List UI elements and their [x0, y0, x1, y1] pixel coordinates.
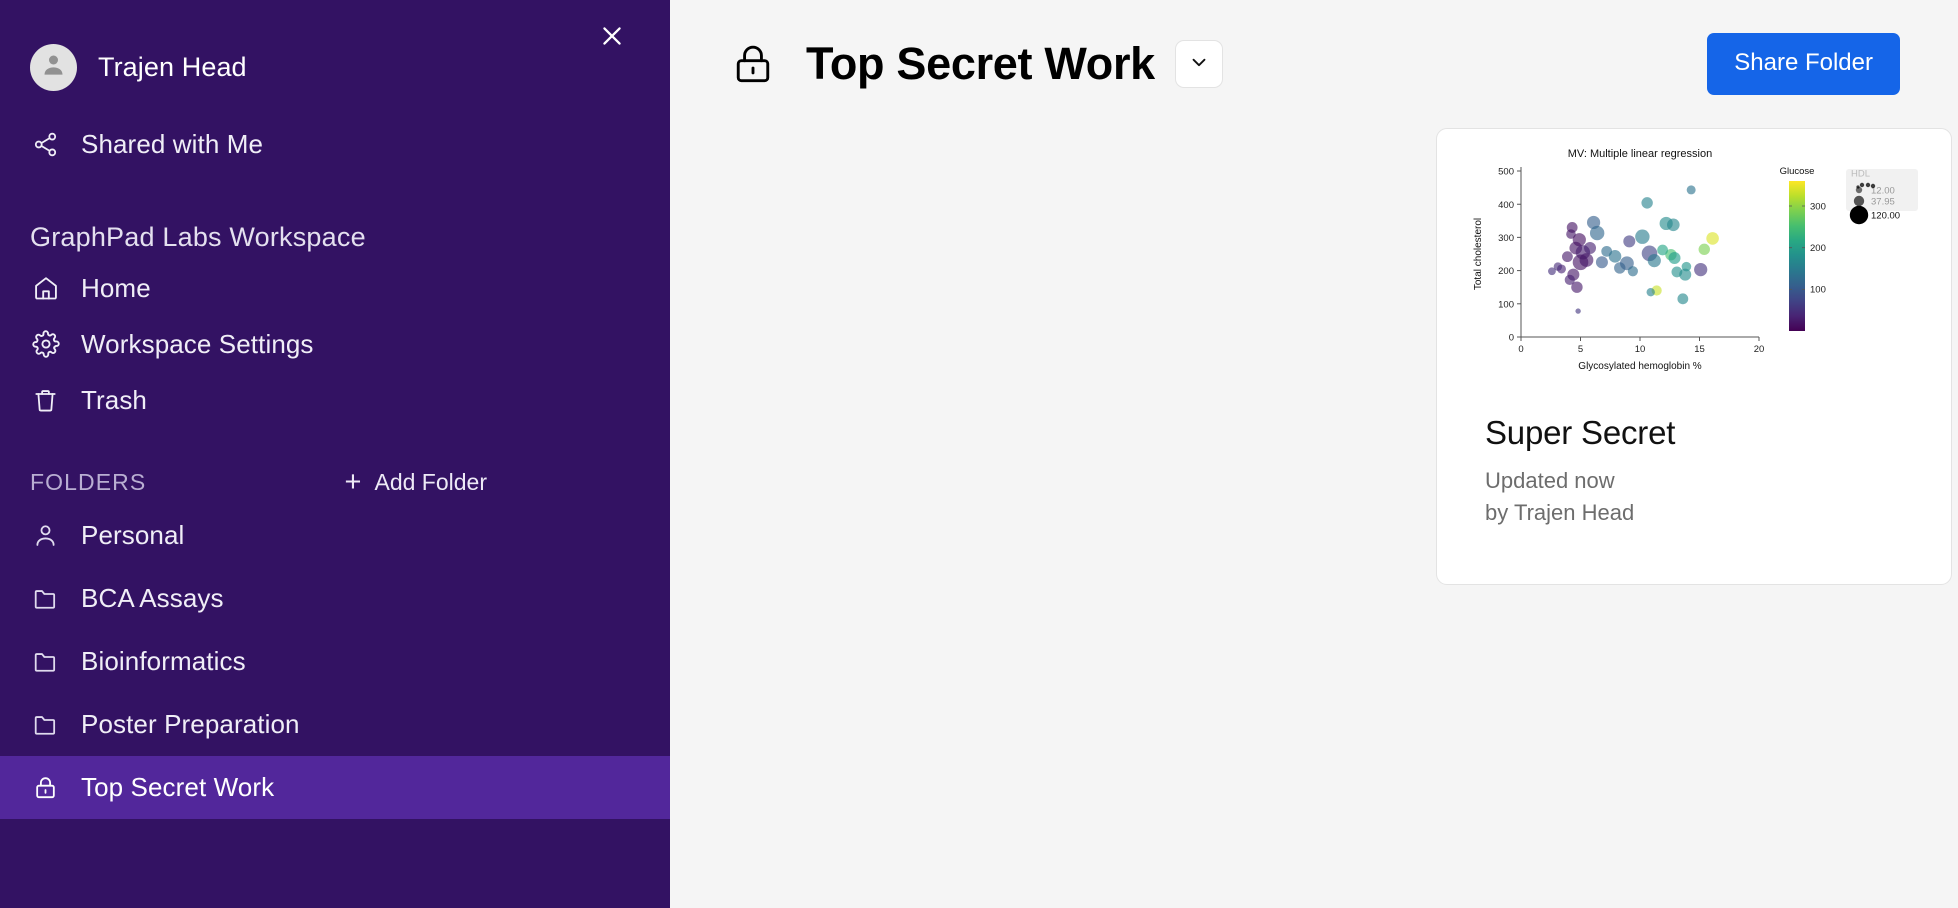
project-thumbnail: 0 100 200 300 400 500 0 5 10 15 20 MV: Multiple lin…	[1437, 129, 1951, 394]
svg-text:15: 15	[1694, 344, 1705, 355]
scatter-chart: 0 100 200 300 400 500 0 5 10 15 20 MV: Multiple lin…	[1459, 141, 1929, 391]
workspace-title: GraphPad Labs Workspace	[0, 214, 670, 260]
svg-text:Glucose: Glucose	[1780, 166, 1815, 177]
svg-text:200: 200	[1810, 243, 1826, 254]
share-folder-button[interactable]: Share Folder	[1707, 33, 1900, 95]
lock-icon	[726, 37, 780, 91]
sidebar-user-name: Trajen Head	[98, 52, 247, 83]
project-grid: 0 100 200 300 400 500 0 5 10 15 20 MV: Multiple lin…	[670, 128, 1958, 585]
svg-text:120.00: 120.00	[1871, 210, 1900, 221]
folders-header: FOLDERS + Add Folder	[0, 460, 670, 504]
sidebar-folder-poster-preparation[interactable]: Poster Preparation	[0, 693, 670, 756]
sidebar-folder-personal[interactable]: Personal	[0, 504, 670, 567]
sidebar-folder-bca-assays[interactable]: BCA Assays	[0, 567, 670, 630]
sidebar-item-label: Trash	[81, 385, 147, 416]
page-header: Top Secret Work Share Folder	[670, 0, 1958, 128]
svg-text:20: 20	[1754, 344, 1765, 355]
sidebar-folder-label: Personal	[81, 520, 184, 551]
svg-text:MV: Multiple linear regression: MV: Multiple linear regression	[1568, 148, 1712, 160]
sidebar-item-shared-with-me[interactable]: Shared with Me	[0, 116, 670, 172]
folder-options-dropdown-button[interactable]	[1175, 40, 1223, 88]
sidebar-folder-label: Bioinformatics	[81, 646, 246, 677]
svg-text:300: 300	[1498, 233, 1514, 244]
folders-section-label: FOLDERS	[30, 469, 146, 496]
main-content: Top Secret Work Share Folder 01002003004…	[670, 0, 1958, 908]
svg-text:HDL: HDL	[1851, 168, 1870, 179]
plus-icon: +	[345, 468, 362, 497]
sidebar-item-label: Workspace Settings	[81, 329, 314, 360]
person-icon	[30, 522, 61, 549]
svg-text:Glycosylated hemoglobin %: Glycosylated hemoglobin %	[1578, 361, 1702, 372]
lock-icon	[30, 774, 61, 801]
svg-text:10: 10	[1635, 344, 1646, 355]
app-root: Trajen Head Shared with Me GraphPad Labs…	[0, 0, 1958, 908]
sidebar-item-label: Shared with Me	[81, 129, 263, 160]
folder-icon	[30, 585, 61, 612]
sidebar-item-trash[interactable]: Trash	[0, 372, 670, 428]
svg-text:100: 100	[1498, 299, 1514, 310]
sidebar: Trajen Head Shared with Me GraphPad Labs…	[0, 0, 670, 908]
project-author: by Trajen Head	[1485, 497, 1903, 529]
close-icon	[599, 23, 625, 49]
sidebar-item-label: Home	[81, 273, 151, 304]
sidebar-folder-top-secret-work[interactable]: Top Secret Work	[0, 756, 670, 819]
share-nodes-icon	[30, 131, 61, 158]
svg-text:5: 5	[1578, 344, 1583, 355]
add-folder-label: Add Folder	[374, 469, 487, 496]
project-card-body: Super Secret Updated now by Trajen Head	[1437, 394, 1951, 529]
svg-text:300: 300	[1810, 201, 1826, 212]
project-updated: Updated now	[1485, 465, 1903, 497]
svg-text:0: 0	[1509, 332, 1514, 343]
home-icon	[30, 274, 61, 302]
sidebar-folder-label: BCA Assays	[81, 583, 224, 614]
sidebar-folder-label: Top Secret Work	[81, 772, 274, 803]
project-card[interactable]: 0 100 200 300 400 500 0 5 10 15 20 MV: Multiple lin…	[1436, 128, 1952, 585]
sidebar-folder-bioinformatics[interactable]: Bioinformatics	[0, 630, 670, 693]
svg-text:500: 500	[1498, 166, 1514, 177]
gear-icon	[30, 330, 61, 358]
project-meta: Updated now by Trajen Head	[1485, 465, 1903, 529]
add-folder-button[interactable]: + Add Folder	[345, 468, 640, 497]
sidebar-item-home[interactable]: Home	[0, 260, 670, 316]
svg-text:200: 200	[1498, 266, 1514, 277]
chevron-down-icon	[1188, 51, 1210, 78]
sidebar-user[interactable]: Trajen Head	[0, 40, 670, 94]
svg-text:400: 400	[1498, 199, 1514, 210]
avatar	[30, 44, 77, 91]
trash-icon	[30, 387, 61, 414]
folder-icon	[30, 711, 61, 738]
sidebar-item-workspace-settings[interactable]: Workspace Settings	[0, 316, 670, 372]
sidebar-close-button[interactable]	[590, 14, 634, 58]
page-title: Top Secret Work	[806, 38, 1155, 90]
svg-text:0: 0	[1518, 344, 1523, 355]
user-avatar-icon	[40, 51, 67, 83]
folder-icon	[30, 648, 61, 675]
svg-text:100: 100	[1810, 284, 1826, 295]
svg-text:37.95: 37.95	[1871, 196, 1895, 207]
svg-text:Total cholesterol: Total cholesterol	[1473, 217, 1484, 289]
sidebar-folder-label: Poster Preparation	[81, 709, 300, 740]
project-title: Super Secret	[1485, 414, 1903, 452]
page-title-group: Top Secret Work	[726, 37, 1223, 91]
